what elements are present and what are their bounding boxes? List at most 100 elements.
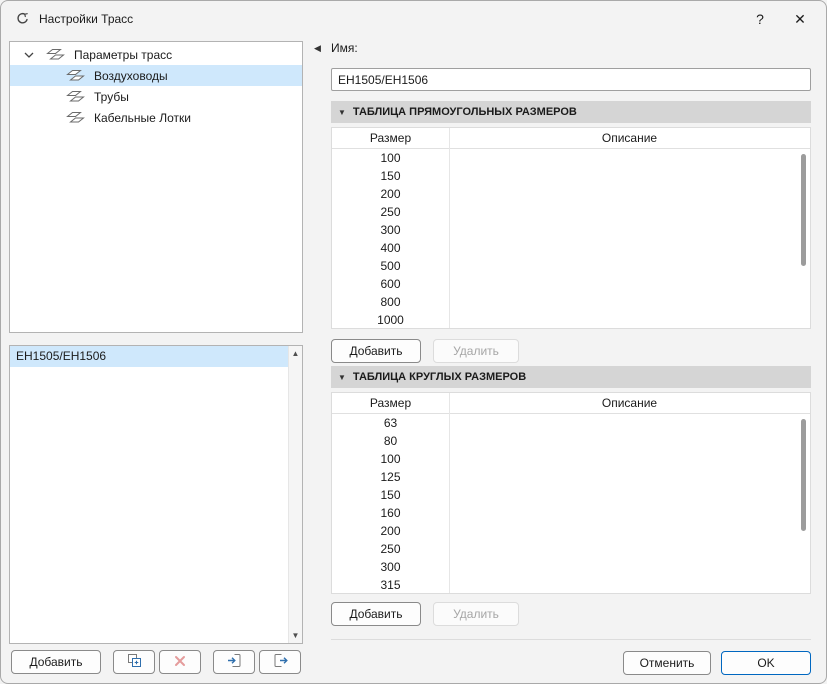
- column-header-description: Описание: [601, 131, 658, 145]
- delete-rect-size-button[interactable]: Удалить: [433, 339, 519, 363]
- table-row[interactable]: 1000: [332, 311, 810, 328]
- table-row[interactable]: 315: [332, 576, 810, 593]
- route-tool-icon: [13, 10, 31, 28]
- table-row[interactable]: 400: [332, 239, 810, 257]
- description-cell[interactable]: [449, 576, 810, 593]
- description-cell[interactable]: [449, 486, 810, 504]
- table-row[interactable]: 250: [332, 540, 810, 558]
- description-cell[interactable]: [449, 149, 810, 167]
- description-cell[interactable]: [449, 239, 810, 257]
- table-row[interactable]: 80: [332, 432, 810, 450]
- size-cell[interactable]: 200: [332, 185, 449, 203]
- chevron-down-icon[interactable]: [20, 52, 38, 58]
- close-button[interactable]: ✕: [780, 3, 820, 35]
- tree-item-pipes[interactable]: Трубы: [10, 86, 302, 107]
- size-cell[interactable]: 300: [332, 221, 449, 239]
- size-cell[interactable]: 100: [332, 149, 449, 167]
- size-cell[interactable]: 150: [332, 486, 449, 504]
- table-row[interactable]: 160: [332, 504, 810, 522]
- description-cell[interactable]: [449, 450, 810, 468]
- tree-item-ducts[interactable]: Воздуховоды: [10, 65, 302, 86]
- size-cell[interactable]: 100: [332, 450, 449, 468]
- scrollbar-thumb[interactable]: [801, 154, 806, 266]
- description-cell[interactable]: [449, 468, 810, 486]
- size-cell[interactable]: 250: [332, 540, 449, 558]
- size-cell[interactable]: 315: [332, 576, 449, 593]
- help-button[interactable]: ?: [740, 3, 780, 35]
- table-row[interactable]: 63: [332, 414, 810, 432]
- description-cell[interactable]: [449, 275, 810, 293]
- profile-editor: Имя: ▼ ТАБЛИЦА ПРЯМОУГОЛЬНЫХ РАЗМЕРОВ Ра…: [331, 41, 811, 683]
- description-cell[interactable]: [449, 203, 810, 221]
- description-cell[interactable]: [449, 257, 810, 275]
- description-cell[interactable]: [449, 167, 810, 185]
- scroll-up-icon[interactable]: ▲: [292, 349, 300, 358]
- table-row[interactable]: 100: [332, 149, 810, 167]
- table-row[interactable]: 250: [332, 203, 810, 221]
- description-cell[interactable]: [449, 540, 810, 558]
- export-profile-button[interactable]: [259, 650, 301, 674]
- scroll-down-icon[interactable]: ▼: [292, 631, 300, 640]
- duplicate-profile-button[interactable]: [113, 650, 155, 674]
- section-collapse-icon[interactable]: ▼: [338, 373, 346, 382]
- size-cell[interactable]: 500: [332, 257, 449, 275]
- description-cell[interactable]: [449, 293, 810, 311]
- size-cell[interactable]: 600: [332, 275, 449, 293]
- window-title: Настройки Трасс: [39, 12, 134, 26]
- layers-stack-icon: [46, 48, 66, 61]
- titlebar-buttons: ? ✕: [740, 3, 820, 35]
- tree-item-label: Параметры трасс: [74, 47, 173, 62]
- size-cell[interactable]: 250: [332, 203, 449, 221]
- size-cell[interactable]: 80: [332, 432, 449, 450]
- description-cell[interactable]: [449, 185, 810, 203]
- ok-button[interactable]: OK: [721, 651, 811, 675]
- size-cell[interactable]: 125: [332, 468, 449, 486]
- add-round-size-button[interactable]: Добавить: [331, 602, 421, 626]
- table-row[interactable]: 200: [332, 522, 810, 540]
- name-input[interactable]: [331, 68, 811, 91]
- add-profile-button[interactable]: Добавить: [11, 650, 101, 674]
- description-cell[interactable]: [449, 558, 810, 576]
- cancel-button[interactable]: Отменить: [623, 651, 711, 675]
- table-row[interactable]: 200: [332, 185, 810, 203]
- size-cell[interactable]: 63: [332, 414, 449, 432]
- section-collapse-icon[interactable]: ▼: [338, 108, 346, 117]
- section-round-sizes[interactable]: ▼ ТАБЛИЦА КРУГЛЫХ РАЗМЕРОВ: [331, 366, 811, 388]
- size-cell[interactable]: 1000: [332, 311, 449, 328]
- table-row[interactable]: 500: [332, 257, 810, 275]
- table-row[interactable]: 600: [332, 275, 810, 293]
- section-rectangular-sizes[interactable]: ▼ ТАБЛИЦА ПРЯМОУГОЛЬНЫХ РАЗМЕРОВ: [331, 101, 811, 123]
- description-cell[interactable]: [449, 414, 810, 432]
- import-profile-button[interactable]: [213, 650, 255, 674]
- size-cell[interactable]: 300: [332, 558, 449, 576]
- delete-profile-button[interactable]: [159, 650, 201, 674]
- add-rect-size-button[interactable]: Добавить: [331, 339, 421, 363]
- size-cell[interactable]: 160: [332, 504, 449, 522]
- table-row[interactable]: 300: [332, 558, 810, 576]
- table-row[interactable]: 150: [332, 486, 810, 504]
- description-cell[interactable]: [449, 311, 810, 328]
- list-scrollbar[interactable]: ▲ ▼: [288, 346, 302, 643]
- size-cell[interactable]: 150: [332, 167, 449, 185]
- list-item-profile[interactable]: EH1505/EH1506: [10, 346, 288, 367]
- table-row[interactable]: 800: [332, 293, 810, 311]
- column-header-size: Размер: [369, 396, 412, 410]
- panel-collapse-button[interactable]: ◀: [314, 43, 321, 54]
- table-row[interactable]: 300: [332, 221, 810, 239]
- scrollbar-thumb[interactable]: [801, 419, 806, 531]
- tree-item-cable-trays[interactable]: Кабельные Лотки: [10, 107, 302, 128]
- table-row[interactable]: 150: [332, 167, 810, 185]
- description-cell[interactable]: [449, 221, 810, 239]
- tree-item-route-parameters[interactable]: Параметры трасс: [10, 44, 302, 65]
- description-cell[interactable]: [449, 504, 810, 522]
- size-cell[interactable]: 400: [332, 239, 449, 257]
- delete-round-size-button[interactable]: Удалить: [433, 602, 519, 626]
- size-cell[interactable]: 200: [332, 522, 449, 540]
- titlebar[interactable]: Настройки Трасс ? ✕: [1, 1, 826, 37]
- table-row[interactable]: 100: [332, 450, 810, 468]
- description-cell[interactable]: [449, 432, 810, 450]
- size-cell[interactable]: 800: [332, 293, 449, 311]
- duct-icon: [66, 69, 86, 82]
- table-row[interactable]: 125: [332, 468, 810, 486]
- description-cell[interactable]: [449, 522, 810, 540]
